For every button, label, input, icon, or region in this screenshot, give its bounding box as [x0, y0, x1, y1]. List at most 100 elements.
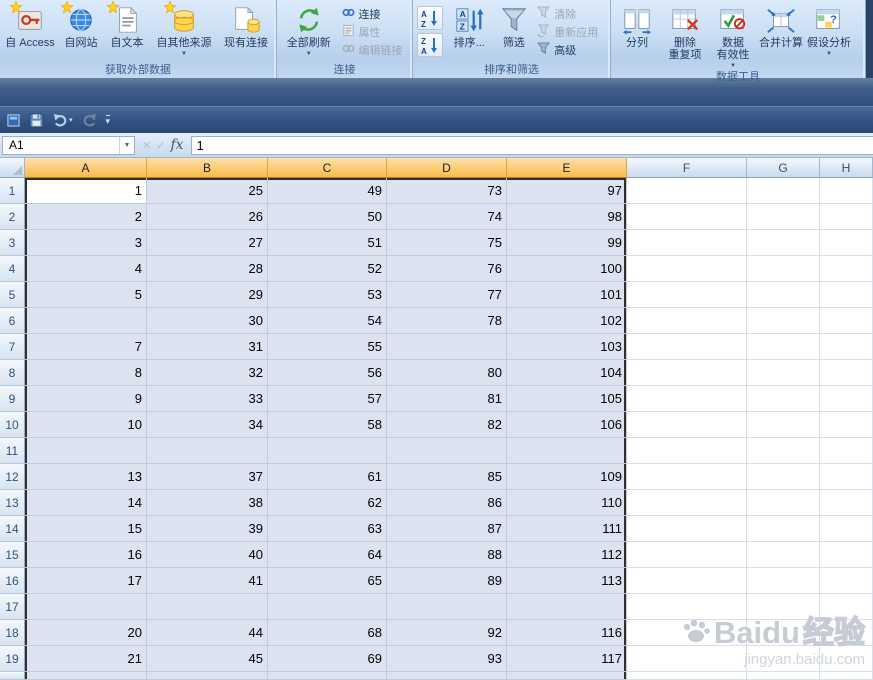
cell-G3[interactable] [747, 230, 820, 256]
cell-H4[interactable] [820, 256, 873, 282]
cell-B9[interactable]: 33 [147, 386, 268, 412]
cell-G14[interactable] [747, 516, 820, 542]
cell-G7[interactable] [747, 334, 820, 360]
cell-C17[interactable] [268, 594, 387, 620]
cell-E3[interactable]: 99 [507, 230, 627, 256]
cell-G20[interactable] [747, 672, 820, 680]
refresh-all-button[interactable]: 全部刷新 ▼ [279, 1, 339, 63]
cell-D9[interactable]: 81 [387, 386, 507, 412]
col-header-A[interactable]: A [25, 158, 147, 178]
cell-H10[interactable] [820, 412, 873, 438]
undo-dropdown-icon[interactable]: ▾ [69, 116, 73, 124]
cell-E17[interactable] [507, 594, 627, 620]
cell-C13[interactable]: 62 [268, 490, 387, 516]
row-header-9[interactable]: 9 [0, 386, 25, 412]
cell-G17[interactable] [747, 594, 820, 620]
existing-connections-button[interactable]: 现有连接 [218, 1, 274, 63]
cell-F4[interactable] [627, 256, 747, 282]
cell-A4[interactable]: 4 [25, 256, 147, 282]
cell-B20[interactable] [147, 672, 268, 680]
from-text-button[interactable]: 自文本 [104, 1, 150, 63]
cell-C1[interactable]: 49 [268, 178, 387, 204]
cell-D20[interactable] [387, 672, 507, 680]
cell-D16[interactable]: 89 [387, 568, 507, 594]
cell-H7[interactable] [820, 334, 873, 360]
cell-C5[interactable]: 53 [268, 282, 387, 308]
cell-B16[interactable]: 41 [147, 568, 268, 594]
cell-D6[interactable]: 78 [387, 308, 507, 334]
cell-H11[interactable] [820, 438, 873, 464]
col-header-F[interactable]: F [627, 158, 747, 178]
clear-filter-button[interactable]: 清除 [534, 5, 608, 23]
row-header-15[interactable]: 15 [0, 542, 25, 568]
consolidate-button[interactable]: 合并计算 [757, 1, 805, 70]
connections-button[interactable]: 连接 [339, 5, 410, 23]
cell-B3[interactable]: 27 [147, 230, 268, 256]
cell-H20[interactable] [820, 672, 873, 680]
reapply-filter-button[interactable]: 重新应用 [534, 23, 608, 41]
from-other-sources-button[interactable]: 自其他来源 ▼ [150, 1, 218, 63]
cell-B10[interactable]: 34 [147, 412, 268, 438]
cell-H19[interactable] [820, 646, 873, 672]
cell-C2[interactable]: 50 [268, 204, 387, 230]
row-header-5[interactable]: 5 [0, 282, 25, 308]
cell-G1[interactable] [747, 178, 820, 204]
cell-B18[interactable]: 44 [147, 620, 268, 646]
cell-D13[interactable]: 86 [387, 490, 507, 516]
cell-H12[interactable] [820, 464, 873, 490]
col-header-C[interactable]: C [268, 158, 387, 178]
cell-E13[interactable]: 110 [507, 490, 627, 516]
cell-D17[interactable] [387, 594, 507, 620]
cell-A1[interactable]: 1 [25, 178, 147, 204]
cell-C11[interactable] [268, 438, 387, 464]
filter-button[interactable]: 筛选 [494, 1, 535, 63]
cell-C15[interactable]: 64 [268, 542, 387, 568]
row-header-19[interactable]: 19 [0, 646, 25, 672]
cell-G10[interactable] [747, 412, 820, 438]
cell-C20[interactable] [268, 672, 387, 680]
cell-A17[interactable] [25, 594, 147, 620]
cell-G6[interactable] [747, 308, 820, 334]
cell-C12[interactable]: 61 [268, 464, 387, 490]
cell-B6[interactable]: 30 [147, 308, 268, 334]
cell-E6[interactable]: 102 [507, 308, 627, 334]
cell-D7[interactable] [387, 334, 507, 360]
row-header-7[interactable]: 7 [0, 334, 25, 360]
cell-F12[interactable] [627, 464, 747, 490]
cell-F6[interactable] [627, 308, 747, 334]
cell-B17[interactable] [147, 594, 268, 620]
cell-C16[interactable]: 65 [268, 568, 387, 594]
sort-dialog-button[interactable]: AZ 排序... [445, 1, 494, 63]
cell-D12[interactable]: 85 [387, 464, 507, 490]
cell-F13[interactable] [627, 490, 747, 516]
cell-G11[interactable] [747, 438, 820, 464]
cell-E14[interactable]: 111 [507, 516, 627, 542]
cell-E5[interactable]: 101 [507, 282, 627, 308]
row-header-16[interactable]: 16 [0, 568, 25, 594]
cell-E15[interactable]: 112 [507, 542, 627, 568]
cell-F8[interactable] [627, 360, 747, 386]
cell-C3[interactable]: 51 [268, 230, 387, 256]
cell-E10[interactable]: 106 [507, 412, 627, 438]
cell-E11[interactable] [507, 438, 627, 464]
cell-A16[interactable]: 17 [25, 568, 147, 594]
from-web-button[interactable]: 自网站 [58, 1, 104, 63]
cell-A6[interactable] [25, 308, 147, 334]
cell-C8[interactable]: 56 [268, 360, 387, 386]
row-header-11[interactable]: 11 [0, 438, 25, 464]
cell-H14[interactable] [820, 516, 873, 542]
cell-F19[interactable] [627, 646, 747, 672]
cell-B14[interactable]: 39 [147, 516, 268, 542]
row-header-13[interactable]: 13 [0, 490, 25, 516]
cell-F14[interactable] [627, 516, 747, 542]
cell-B15[interactable]: 40 [147, 542, 268, 568]
cell-A3[interactable]: 3 [25, 230, 147, 256]
cell-H8[interactable] [820, 360, 873, 386]
cell-G12[interactable] [747, 464, 820, 490]
row-header-14[interactable]: 14 [0, 516, 25, 542]
cell-B13[interactable]: 38 [147, 490, 268, 516]
properties-button[interactable]: 属性 [339, 23, 410, 41]
cell-H15[interactable] [820, 542, 873, 568]
cell-B5[interactable]: 29 [147, 282, 268, 308]
name-box[interactable]: A1 ▼ [2, 135, 135, 155]
